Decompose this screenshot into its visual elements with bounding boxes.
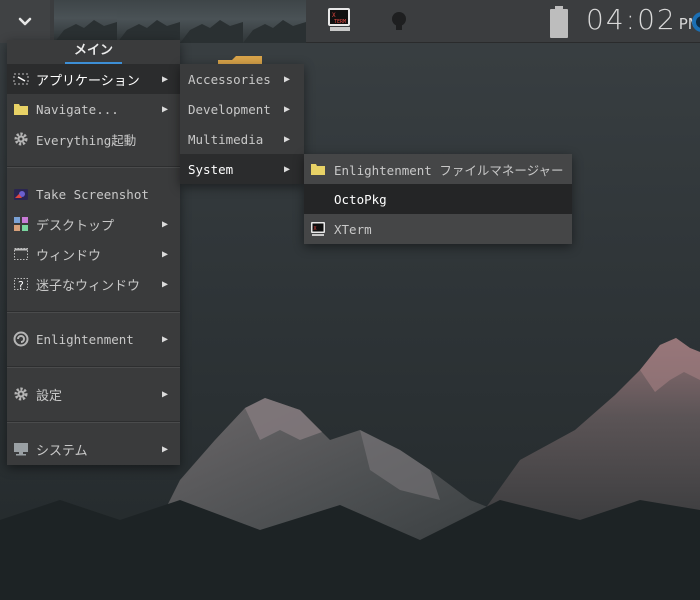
submenu-arrow-icon: ▶ xyxy=(161,333,168,345)
lightbulb-icon[interactable] xyxy=(388,9,410,33)
xterm-icon: X xyxy=(310,221,326,237)
menu-item-system[interactable]: システム ▶ xyxy=(7,434,180,464)
menu-item-label: Everything起動 xyxy=(36,132,137,148)
menu-item-everything[interactable]: Everything起動 xyxy=(7,124,180,154)
menu-item-label: アプリケーション xyxy=(36,73,140,89)
shelf-gadget-icon[interactable] xyxy=(690,10,700,34)
submenu-arrow-icon: ▶ xyxy=(283,73,290,85)
submenu-arrow-icon: ▶ xyxy=(161,103,168,115)
svg-text:X: X xyxy=(332,12,336,19)
folder-icon xyxy=(310,161,326,177)
menu-item-lost-windows[interactable]: ? 迷子なウィンドウ ▶ xyxy=(7,269,180,299)
virtual-desktop-pager xyxy=(54,0,306,43)
submenu-item-octopkg[interactable]: OctoPkg xyxy=(304,184,572,214)
screenshot-icon xyxy=(13,186,29,202)
clock-time: 04:02 xyxy=(586,3,677,36)
menu-item-label: Enlightenment xyxy=(36,331,134,347)
submenu-arrow-icon: ▶ xyxy=(283,163,290,175)
submenu-item-system[interactable]: System ▶ xyxy=(180,154,304,184)
submenu-arrow-icon: ▶ xyxy=(161,73,168,85)
menu-item-window[interactable]: ウィンドウ ▶ xyxy=(7,239,180,269)
menu-item-label: 設定 xyxy=(36,388,63,404)
menu-item-label: システム xyxy=(36,443,88,459)
system-submenu: Enlightenment ファイルマネージャー OctoPkg X XTerm xyxy=(304,154,572,244)
svg-text:?: ? xyxy=(18,279,24,292)
menu-item-label: Take Screenshot xyxy=(36,186,149,202)
main-menu-button[interactable] xyxy=(0,0,50,43)
submenu-item-file-manager[interactable]: Enlightenment ファイルマネージャー xyxy=(304,154,572,184)
pager-desktop-3[interactable] xyxy=(180,0,243,43)
menu-item-label: XTerm xyxy=(334,221,372,237)
main-menu-title: メイン xyxy=(7,40,180,64)
desktop-icon xyxy=(13,216,29,232)
menu-item-label: Multimedia xyxy=(188,131,264,147)
svg-text:X: X xyxy=(314,226,317,232)
menu-item-label: Enlightenment ファイルマネージャー xyxy=(334,162,564,178)
menu-item-label: Accessories xyxy=(188,71,271,87)
gear-icon xyxy=(13,386,29,402)
menu-item-settings[interactable]: 設定 ▶ xyxy=(7,379,180,409)
main-menu: メイン アプリケーション ▶ Navigate... ▶ Everything起… xyxy=(7,40,180,465)
submenu-arrow-icon: ▶ xyxy=(283,103,290,115)
chevron-down-icon xyxy=(18,17,32,25)
menu-item-label: OctoPkg xyxy=(334,191,387,207)
battery-icon[interactable] xyxy=(548,5,570,39)
submenu-arrow-icon: ▶ xyxy=(161,443,168,455)
window-icon xyxy=(13,246,29,262)
submenu-item-accessories[interactable]: Accessories ▶ xyxy=(180,64,304,94)
submenu-arrow-icon: ▶ xyxy=(161,278,168,290)
submenu-arrow-icon: ▶ xyxy=(161,218,168,230)
menu-item-navigate[interactable]: Navigate... ▶ xyxy=(7,94,180,124)
submenu-arrow-icon: ▶ xyxy=(161,248,168,260)
clock[interactable]: 04:02 PM xyxy=(586,3,700,39)
menu-item-label: System xyxy=(188,161,234,177)
menu-item-label: 迷子なウィンドウ xyxy=(36,278,141,294)
lost-window-icon: ? xyxy=(13,276,29,292)
xterm-icon[interactable]: X TERM xyxy=(326,6,354,34)
applications-submenu: Accessories ▶ Development ▶ Multimedia ▶… xyxy=(180,64,304,184)
menu-item-enlightenment[interactable]: Enlightenment ▶ xyxy=(7,324,180,354)
menu-item-applications[interactable]: アプリケーション ▶ xyxy=(7,64,180,94)
pager-desktop-1[interactable] xyxy=(54,0,117,43)
pager-desktop-4[interactable] xyxy=(243,0,306,43)
submenu-item-multimedia[interactable]: Multimedia ▶ xyxy=(180,124,304,154)
menu-item-label: デスクトップ xyxy=(36,218,115,234)
top-shelf: X TERM 04:02 PM xyxy=(0,0,700,43)
menu-item-label: Navigate... xyxy=(36,101,119,117)
pager-desktop-2[interactable] xyxy=(117,0,180,43)
gear-icon xyxy=(13,131,29,147)
submenu-arrow-icon: ▶ xyxy=(161,388,168,400)
menu-item-take-screenshot[interactable]: Take Screenshot xyxy=(7,179,180,209)
monitor-icon xyxy=(13,441,29,457)
menu-item-label: ウィンドウ xyxy=(36,248,102,264)
applications-icon xyxy=(13,71,29,87)
folder-icon xyxy=(13,101,29,117)
submenu-item-development[interactable]: Development ▶ xyxy=(180,94,304,124)
enlightenment-icon xyxy=(13,331,29,347)
submenu-item-xterm[interactable]: X XTerm xyxy=(304,214,572,244)
svg-text:TERM: TERM xyxy=(334,19,346,25)
menu-item-desktop[interactable]: デスクトップ ▶ xyxy=(7,209,180,239)
submenu-arrow-icon: ▶ xyxy=(283,133,290,145)
menu-item-label: Development xyxy=(188,101,271,117)
